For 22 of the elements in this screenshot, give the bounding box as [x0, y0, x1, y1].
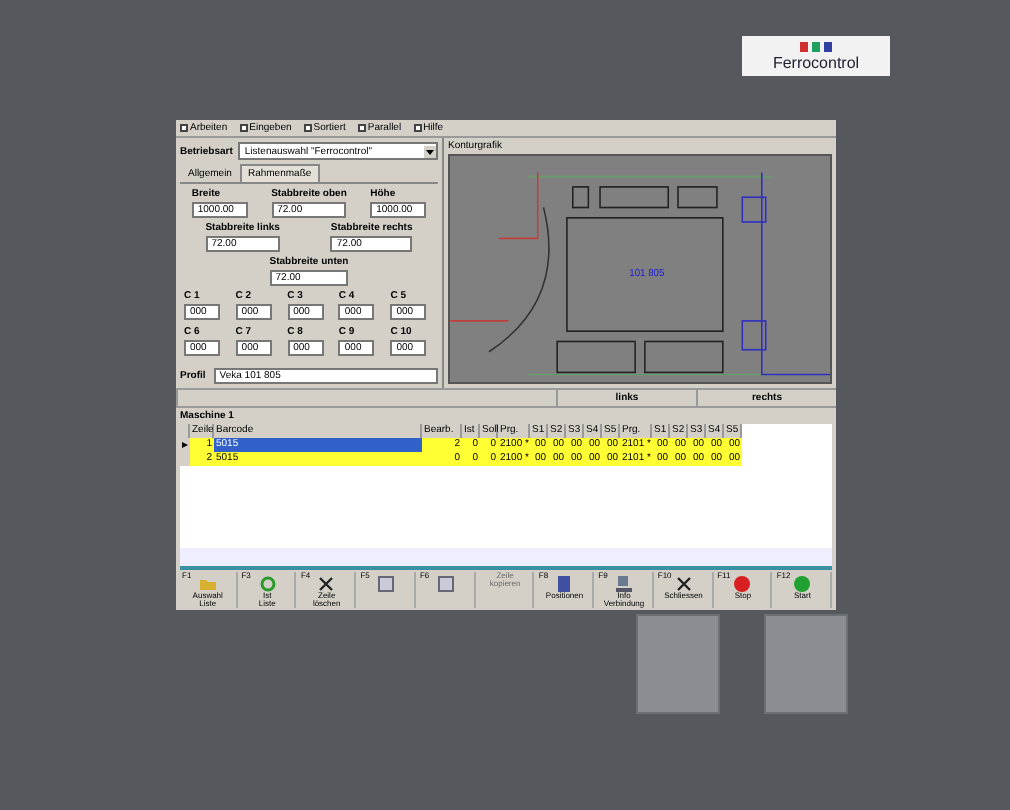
document-icon: [556, 576, 573, 592]
menu-icon: [413, 124, 422, 132]
row-header-cell[interactable]: [180, 452, 190, 467]
folder-icon: [199, 576, 216, 592]
window-icon: [378, 576, 395, 592]
computer-icon: [616, 576, 632, 592]
logo-icon: [800, 41, 832, 51]
caret-icon: [424, 145, 436, 157]
refresh-icon: [259, 576, 276, 592]
menu-icon: [180, 124, 188, 132]
menu-icon: [239, 124, 248, 132]
close-icon: [675, 576, 692, 592]
hardware-button[interactable]: [764, 614, 848, 714]
menu-icon: [357, 124, 366, 132]
close-icon: [318, 576, 335, 592]
row-header-cell[interactable]: [180, 438, 190, 453]
window-icon: [437, 576, 454, 592]
start-icon: [794, 576, 811, 592]
menu-icon: [303, 124, 312, 132]
hardware-button[interactable]: [636, 614, 720, 714]
stop-icon: [734, 576, 751, 592]
logo-text: Ferrocontrol: [772, 53, 860, 71]
